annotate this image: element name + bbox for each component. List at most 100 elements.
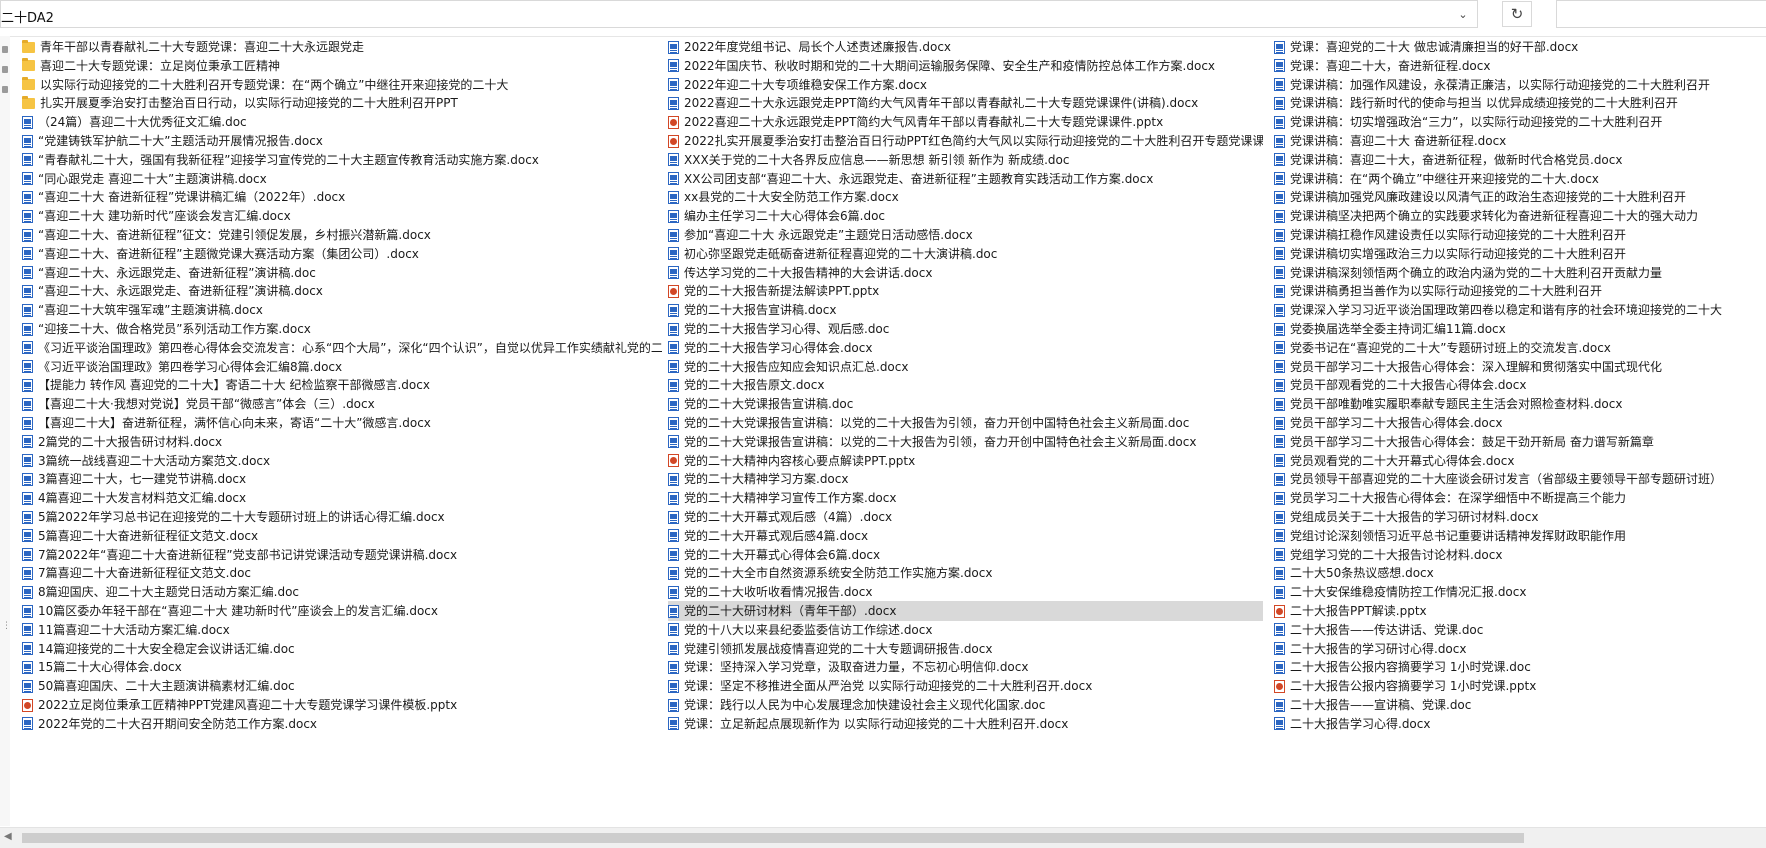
file-item[interactable]: 党课讲稿勇担当善作为以实际行动迎接党的二十大胜利召开 <box>1274 281 1766 301</box>
file-item[interactable]: 二十大报告学习心得.docx <box>1274 714 1766 734</box>
scrollbar-thumb[interactable] <box>22 833 1524 843</box>
file-item[interactable]: 党的二十大精神内容核心要点解读PPT.pptx <box>668 451 1263 471</box>
file-item[interactable]: 党课讲稿深刻领悟两个确立的政治内涵为党的二十大胜利召开贡献力量 <box>1274 263 1766 283</box>
file-item[interactable]: 党课讲稿切实增强政治三力以实际行动迎接党的二十大胜利召开 <box>1274 244 1766 264</box>
file-item[interactable]: 二十大50条热议感想.docx <box>1274 563 1766 583</box>
file-item[interactable]: 党的二十大党课报告宣讲稿：以党的二十大报告为引领，奋力开创中国特色社会主义新局面… <box>668 432 1263 452</box>
file-item[interactable]: 党的二十大研讨材料（青年干部）.docx <box>668 601 1263 621</box>
file-item[interactable]: 党的二十大全市自然资源系统安全防范工作实施方案.docx <box>668 563 1263 583</box>
refresh-button[interactable]: ↻ <box>1502 1 1532 27</box>
file-item[interactable]: 7篇喜迎二十大奋进新征程征文范文.doc <box>22 563 662 583</box>
file-item[interactable]: 党的二十大报告新提法解读PPT.pptx <box>668 281 1263 301</box>
file-item[interactable]: 党建引领抓发展战疫情喜迎党的二十大专题调研报告.docx <box>668 639 1263 659</box>
file-item[interactable]: 党员学习二十大报告心得体会：在深学细悟中不断提高三个能力 <box>1274 488 1766 508</box>
file-item[interactable]: 党组学习党的二十大报告讨论材料.docx <box>1274 545 1766 565</box>
file-item[interactable]: 50篇喜迎国庆、二十大主题演讲稿素材汇编.doc <box>22 676 662 696</box>
file-item[interactable]: 党委换届选举全委主持词汇编11篇.docx <box>1274 319 1766 339</box>
file-item[interactable]: 2022年迎二十大专项维稳安保工作方案.docx <box>668 75 1263 95</box>
file-item[interactable]: 《习近平谈治国理政》第四卷学习心得体会汇编8篇.docx <box>22 357 662 377</box>
file-item[interactable]: 党员领导干部喜迎党的二十大座谈会研讨发言（省部级主要领导干部专题研讨班） <box>1274 469 1766 489</box>
file-item[interactable]: 党的二十大报告学习心得体会.docx <box>668 338 1263 358</box>
file-item[interactable]: 党委书记在“喜迎党的二十大”专题研讨班上的交流发言.docx <box>1274 338 1766 358</box>
file-item[interactable]: “喜迎二十大、永远跟党走、奋进新征程”演讲稿.doc <box>22 263 662 283</box>
horizontal-scrollbar[interactable]: ◀ <box>0 827 1766 848</box>
file-item[interactable]: 2篇党的二十大报告研讨材料.docx <box>22 432 662 452</box>
file-item[interactable]: 党课：坚定不移推进全面从严治党 以实际行动迎接党的二十大胜利召开.docx <box>668 676 1263 696</box>
file-item[interactable]: “喜迎二十大筑牢强军魂”主题演讲稿.docx <box>22 300 662 320</box>
file-item[interactable]: 党课讲稿坚决把两个确立的实践要求转化为奋进新征程喜迎二十大的强大动力 <box>1274 206 1766 226</box>
file-item[interactable]: 党的十八大以来县纪委监委信访工作综述.docx <box>668 620 1263 640</box>
file-item[interactable]: 党课深入学习习近平谈治国理政第四卷以稳定和谐有序的社会环境迎接党的二十大 <box>1274 300 1766 320</box>
file-item[interactable]: 5篇喜迎二十大奋进新征程征文范文.docx <box>22 526 662 546</box>
file-item[interactable]: 党课：立足新起点展现新作为 以实际行动迎接党的二十大胜利召开.docx <box>668 714 1263 734</box>
file-item[interactable]: 2022喜迎二十大永远跟党走PPT简约大气风青年干部以青春献礼二十大专题党课课件… <box>668 93 1263 113</box>
file-item[interactable]: 10篇区委办年轻干部在“喜迎二十大 建功新时代”座谈会上的发言汇编.docx <box>22 601 662 621</box>
file-item[interactable]: 3篇统一战线喜迎二十大活动方案范文.docx <box>22 451 662 471</box>
file-item[interactable]: 2022年党的二十大召开期间安全防范工作方案.docx <box>22 714 662 734</box>
file-item[interactable]: 编办主任学习二十大心得体会6篇.doc <box>668 206 1263 226</box>
address-bar[interactable]: 二十DA2 ⌄ <box>0 0 1478 28</box>
file-item[interactable]: “青春献礼二十大，强国有我新征程”迎接学习宣传党的二十大主题宣传教育活动实施方案… <box>22 150 662 170</box>
file-item[interactable]: 二十大报告——宣讲稿、党课.doc <box>1274 695 1766 715</box>
folder-item[interactable]: 喜迎二十大专题党课：立足岗位秉承工匠精神 <box>22 56 662 76</box>
file-item[interactable]: 党的二十大党课报告宣讲稿.doc <box>668 394 1263 414</box>
file-item[interactable]: 党课讲稿：在“两个确立”中继往开来迎接党的二十大.docx <box>1274 169 1766 189</box>
file-item[interactable]: 2022年度党组书记、局长个人述责述廉报告.docx <box>668 37 1263 57</box>
file-item[interactable]: 党员干部学习二十大报告心得体会.docx <box>1274 413 1766 433</box>
file-item[interactable]: 二十大报告——传达讲话、党课.doc <box>1274 620 1766 640</box>
file-item[interactable]: 党员干部学习二十大报告心得体会：深入理解和贯彻落实中国式现代化 <box>1274 357 1766 377</box>
file-item[interactable]: XXX关于党的二十大各界反应信息——新思想 新引领 新作为 新成绩.doc <box>668 150 1263 170</box>
folder-item[interactable]: 以实际行动迎接党的二十大胜利召开专题党课：在“两个确立”中继往开来迎接党的二十大 <box>22 75 662 95</box>
file-item[interactable]: 党的二十大报告学习心得、观后感.doc <box>668 319 1263 339</box>
file-item[interactable]: 4篇喜迎二十大发言材料范文汇编.docx <box>22 488 662 508</box>
file-item[interactable]: 15篇二十大心得体会.docx <box>22 657 662 677</box>
file-item[interactable]: 党课：坚持深入学习党章，汲取奋进力量，不忘初心明信仰.docx <box>668 657 1263 677</box>
file-item[interactable]: 8篇迎国庆、迎二十大主题党日活动方案汇编.doc <box>22 582 662 602</box>
file-item[interactable]: 党课讲稿：切实增强政治“三力”，以实际行动迎接党的二十大胜利召开 <box>1274 112 1766 132</box>
file-item[interactable]: 初心弥坚跟党走砥砺奋进新征程喜迎党的二十大演讲稿.doc <box>668 244 1263 264</box>
file-item[interactable]: 11篇喜迎二十大活动方案汇编.docx <box>22 620 662 640</box>
file-item[interactable]: 党的二十大收听收看情况报告.docx <box>668 582 1263 602</box>
file-item[interactable]: 党员观看党的二十大开幕式心得体会.docx <box>1274 451 1766 471</box>
file-item[interactable]: 【提能力 转作风 喜迎党的二十大】寄语二十大 纪检监察干部微感言.docx <box>22 375 662 395</box>
file-item[interactable]: 党的二十大精神学习方案.docx <box>668 469 1263 489</box>
file-item[interactable]: 党员干部观看党的二十大报告心得体会.docx <box>1274 375 1766 395</box>
file-item[interactable]: 党的二十大党课报告宣讲稿：以党的二十大报告为引领，奋力开创中国特色社会主义新局面… <box>668 413 1263 433</box>
file-item[interactable]: 7篇2022年“喜迎二十大奋进新征程”党支部书记讲党课活动专题党课讲稿.docx <box>22 545 662 565</box>
file-item[interactable]: 二十大报告公报内容摘要学习 1小时党课.pptx <box>1274 676 1766 696</box>
file-item[interactable]: 二十大报告PPT解读.pptx <box>1274 601 1766 621</box>
file-item[interactable]: XX公司团支部“喜迎二十大、永远跟党走、奋进新征程”主题教育实践活动工作方案.d… <box>668 169 1263 189</box>
file-item[interactable]: 党课讲稿扛稳作风建设责任以实际行动迎接党的二十大胜利召开 <box>1274 225 1766 245</box>
file-item[interactable]: 党的二十大开幕式心得体会6篇.docx <box>668 545 1263 565</box>
chevron-down-icon[interactable]: ⌄ <box>1449 1 1477 27</box>
file-item[interactable]: 14篇迎接党的二十大安全稳定会议讲话汇编.doc <box>22 639 662 659</box>
search-input[interactable] <box>1556 0 1766 28</box>
file-item[interactable]: 参加“喜迎二十大 永远跟党走”主题党日活动感悟.docx <box>668 225 1263 245</box>
file-item[interactable]: 党员干部唯勤唯实履职奉献专题民主生活会对照检查材料.docx <box>1274 394 1766 414</box>
file-item[interactable]: 二十大安保维稳疫情防控工作情况汇报.docx <box>1274 582 1766 602</box>
file-item[interactable]: 2022立足岗位秉承工匠精神PPT党建风喜迎二十大专题党课学习课件模板.pptx <box>22 695 662 715</box>
file-item[interactable]: 党课：喜迎二十大，奋进新征程.docx <box>1274 56 1766 76</box>
folder-item[interactable]: 扎实开展夏季治安打击整治百日行动，以实际行动迎接党的二十大胜利召开PPT <box>22 93 662 113</box>
file-item[interactable]: 2022扎实开展夏季治安打击整治百日行动PPT红色简约大气风以实际行动迎接党的二… <box>668 131 1263 151</box>
file-item[interactable]: （24篇）喜迎二十大优秀征文汇编.doc <box>22 112 662 132</box>
file-item[interactable]: “迎接二十大、做合格党员”系列活动工作方案.docx <box>22 319 662 339</box>
file-item[interactable]: 党的二十大开幕式观后感4篇.docx <box>668 526 1263 546</box>
file-item[interactable]: “喜迎二十大 建功新时代”座谈会发言汇编.docx <box>22 206 662 226</box>
file-item[interactable]: 3篇喜迎二十大，七一建党节讲稿.docx <box>22 469 662 489</box>
file-item[interactable]: 2022年国庆节、秋收时期和党的二十大期间运输服务保障、安全生产和疫情防控总体工… <box>668 56 1263 76</box>
file-item[interactable]: 【喜迎二十大·我想对党说】党员干部“微感言”体会（三）.docx <box>22 394 662 414</box>
scroll-left-icon[interactable]: ◀ <box>4 831 12 842</box>
file-item[interactable]: 2022喜迎二十大永远跟党走PPT简约大气风青年干部以青春献礼二十大专题党课课件… <box>668 112 1263 132</box>
file-item[interactable]: 党课讲稿：加强作风建设，永葆清正廉洁，以实际行动迎接党的二十大胜利召开 <box>1274 75 1766 95</box>
file-item[interactable]: 党课讲稿：喜迎二十大 奋进新征程.docx <box>1274 131 1766 151</box>
file-item[interactable]: 《习近平谈治国理政》第四卷心得体会交流发言：心系“四个大局”，深化“四个认识”，… <box>22 338 662 358</box>
file-item[interactable]: 党课讲稿：喜迎二十大，奋进新征程，做新时代合格党员.docx <box>1274 150 1766 170</box>
file-item[interactable]: 二十大报告公报内容摘要学习 1小时党课.doc <box>1274 657 1766 677</box>
file-item[interactable]: 党组成员关于二十大报告的学习研讨材料.docx <box>1274 507 1766 527</box>
file-item[interactable]: “党建铸铁军护航二十大”主题活动开展情况报告.docx <box>22 131 662 151</box>
file-item[interactable]: “喜迎二十大 奋进新征程”党课讲稿汇编（2022年）.docx <box>22 187 662 207</box>
file-item[interactable]: 党的二十大报告原文.docx <box>668 375 1263 395</box>
file-item[interactable]: 党课讲稿加强党风廉政建设以风清气正的政治生态迎接党的二十大胜利召开 <box>1274 187 1766 207</box>
file-item[interactable]: 党的二十大开幕式观后感（4篇）.docx <box>668 507 1263 527</box>
